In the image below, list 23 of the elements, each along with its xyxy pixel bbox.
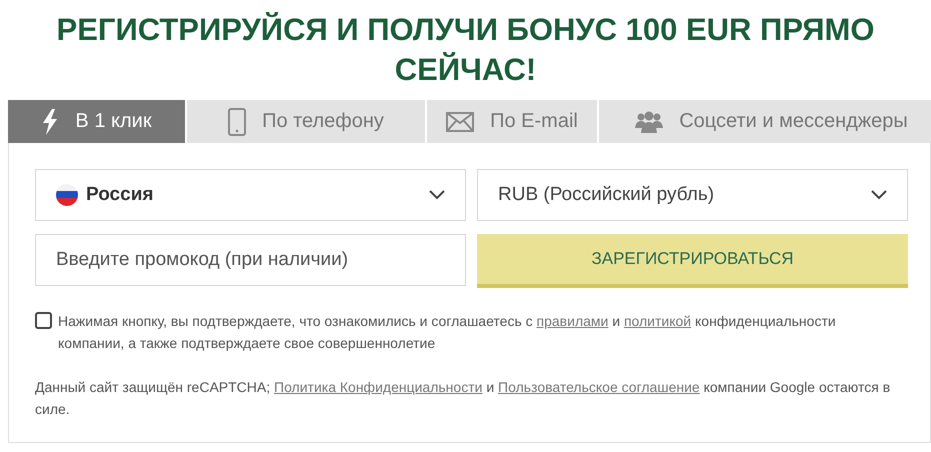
text-link[interactable]: политикой	[624, 313, 692, 329]
page-heading: РЕГИСТРИРУЙСЯ И ПОЛУЧИ БОНУС 100 EUR ПРЯМО СЕЙЧАС!	[56, 11, 876, 89]
chevron-down-icon	[871, 190, 887, 200]
country-select[interactable]: Россия	[35, 169, 466, 221]
chevron-down-icon	[429, 190, 445, 200]
text-link[interactable]: правилами	[536, 313, 608, 329]
tab[interactable]: Соцсети и мессенджеры	[599, 100, 931, 143]
envelope-icon	[446, 112, 474, 132]
russian-flag-icon	[56, 184, 78, 206]
people-icon	[635, 110, 664, 132]
register-button[interactable]: ЗАРЕГИСТРИРОВАТЬСЯ	[477, 234, 908, 288]
tab[interactable]: По E-mail	[427, 100, 597, 143]
lightning-icon	[41, 108, 60, 134]
tab[interactable]: В 1 клик	[8, 100, 185, 143]
currency-select[interactable]: RUB (Российский рубль)	[477, 169, 908, 221]
recaptcha-notice: Данный сайт защищён reCAPTCHA; Политика Конфиденциальности и Пользовательское соглашение компании Google остаются в силе.	[35, 378, 892, 419]
tab[interactable]: По телефону	[187, 100, 425, 143]
agreement-text: Нажимая кнопку, вы подтверждаете, что ознакомились и соглашаетесь с правилами и политикой конфиденциальности компании, а также подтверждаете свое совершеннолетие	[58, 312, 837, 353]
text-link[interactable]: Пользовательское соглашение	[498, 379, 700, 395]
checkbox[interactable]	[35, 312, 52, 329]
text-link[interactable]: Политика Конфиденциальности	[274, 379, 482, 395]
promo-code-field[interactable]: Введите промокод (при наличии)	[35, 234, 466, 286]
phone-icon	[228, 108, 246, 136]
